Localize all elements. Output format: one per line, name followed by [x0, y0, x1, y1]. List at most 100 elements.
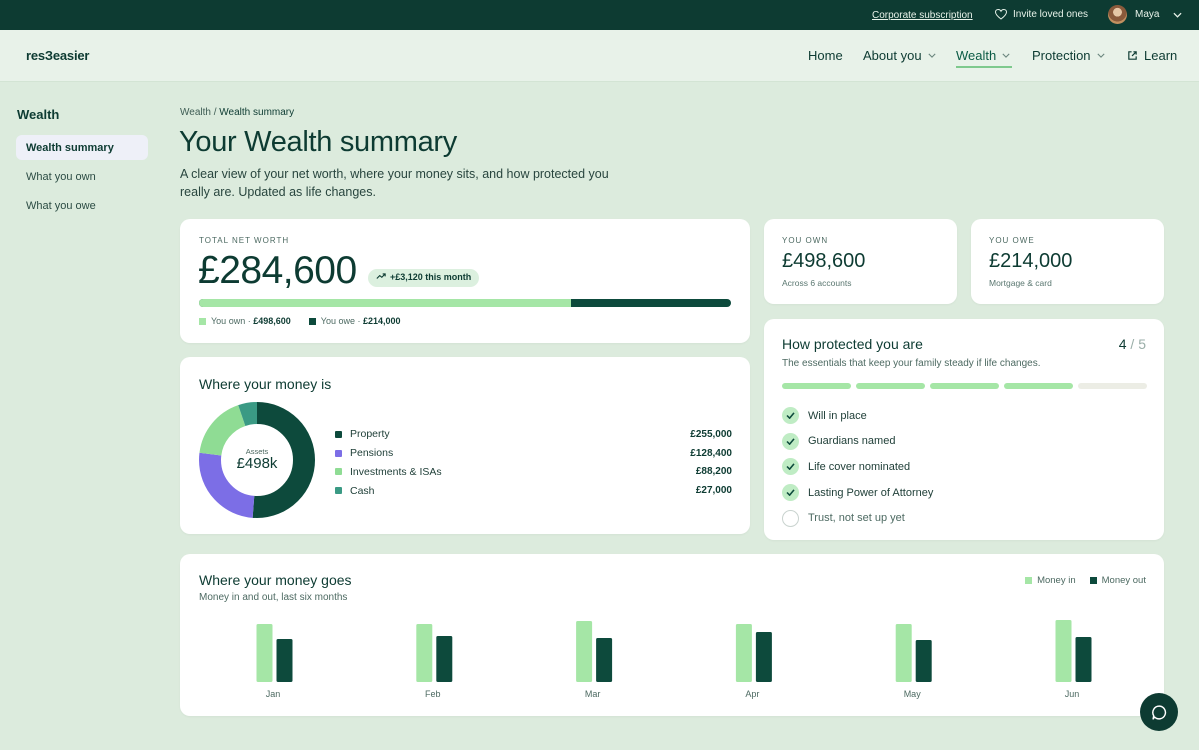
page-subtitle: A clear view of your net worth, where yo… — [180, 167, 609, 199]
checklist-item[interactable]: Trust, not set up yet — [782, 505, 933, 531]
bar-money-in[interactable] — [416, 624, 433, 682]
heart-icon — [995, 9, 1007, 20]
donut-center-value: £498k — [236, 455, 278, 472]
net-worth-value: £284,600 — [198, 249, 357, 292]
asset-row[interactable]: Cash £27,000 — [335, 481, 732, 500]
invite-label: Invite loved ones — [1013, 9, 1089, 20]
nav-item-home[interactable]: Home — [808, 48, 843, 63]
change-badge: +£3,120 this month — [368, 269, 480, 287]
check-icon — [782, 432, 799, 450]
sidebar-item-what-you-own[interactable]: What you own — [16, 164, 148, 189]
bar-money-in[interactable] — [256, 624, 273, 682]
bar-money-out[interactable] — [915, 640, 932, 682]
nav-label: Protection — [1032, 48, 1091, 63]
where-money-title: Where your money is — [199, 376, 332, 392]
progress-segment — [930, 383, 999, 389]
asset-row[interactable]: Investments & ISAs £88,200 — [335, 463, 732, 482]
breadcrumb-parent[interactable]: Wealth — [180, 107, 211, 118]
asset-name: Property — [350, 428, 390, 441]
chat-bubble-icon — [1151, 704, 1166, 720]
asset-swatch — [335, 487, 342, 495]
x-tick-label: Jan — [266, 689, 281, 699]
x-tick-label: Apr — [745, 689, 759, 699]
breadcrumb: Wealth / Wealth summary — [180, 107, 294, 118]
top-utility-bar: Corporate subscription Invite loved ones… — [0, 0, 1199, 30]
checklist-item[interactable]: Life cover nominated — [782, 454, 933, 480]
asset-name: Cash — [350, 484, 375, 497]
legend-owe-value: £214,000 — [362, 316, 401, 326]
asset-value: £88,200 — [695, 466, 732, 478]
chevron-down-icon — [1002, 53, 1010, 58]
checklist-item[interactable]: Guardians named — [782, 429, 933, 455]
bar-money-out[interactable] — [436, 636, 453, 682]
you-owe-card[interactable]: YOU OWE £214,000 Mortgage & card — [971, 219, 1164, 304]
progress-segment — [1078, 383, 1147, 389]
bar-money-out[interactable] — [1075, 637, 1092, 682]
asset-row[interactable]: Pensions £128,400 — [335, 444, 732, 463]
bar-money-out[interactable] — [755, 632, 772, 682]
cashflow-legend: Money in Money out — [1025, 575, 1146, 586]
legend-owe: You owe · £214,000 — [308, 316, 401, 326]
nav-label: Learn — [1144, 48, 1178, 63]
invite-loved-ones-link[interactable]: Invite loved ones — [995, 9, 1088, 20]
legend-owe-label: You owe · — [320, 316, 361, 326]
nav-item-about-you[interactable]: About you — [863, 48, 936, 63]
chat-button[interactable] — [1140, 693, 1178, 731]
page-title: Your Wealth summary — [179, 126, 457, 158]
nav-item-wealth[interactable]: Wealth — [956, 48, 1010, 63]
asset-value: £255,000 — [690, 428, 732, 440]
chevron-down-icon — [927, 53, 936, 58]
progress-segment — [782, 383, 851, 389]
sidebar-item-wealth-summary[interactable]: Wealth summary — [16, 135, 148, 160]
own-owe-legend: You own · £498,600 You owe · £214,000 — [199, 316, 401, 326]
sidebar-item-what-you-owe[interactable]: What you owe — [16, 193, 148, 218]
protection-card: How protected you are 4 / 5 The essentia… — [764, 319, 1164, 540]
you-own-value: £498,600 — [782, 250, 866, 272]
protection-checklist: Will in place Guardians named Life cover n… — [782, 403, 933, 531]
checklist-item[interactable]: Lasting Power of Attorney — [782, 480, 933, 506]
external-link-icon — [1128, 51, 1137, 60]
check-icon — [782, 484, 799, 502]
legend-money-out: Money out — [1089, 575, 1146, 586]
net-worth-label: TOTAL NET WORTH — [199, 236, 290, 245]
logo[interactable]: resƐeasier — [26, 48, 89, 63]
where-money-card: Where your money is Assets £498k Propert… — [180, 357, 750, 534]
nav-item-learn[interactable]: Learn — [1127, 48, 1177, 63]
user-name: Maya — [1135, 9, 1160, 20]
protection-subtitle: The essentials that keep your family ste… — [782, 358, 1041, 369]
money-goes-subtitle: Money in and out, last six months — [199, 592, 348, 603]
protection-progress — [782, 383, 1147, 389]
legend-out-label: Money out — [1101, 575, 1146, 586]
asset-row[interactable]: Property £255,000 — [335, 425, 732, 444]
bar-money-in[interactable] — [735, 624, 752, 682]
net-worth-card: TOTAL NET WORTH £284,600 +£3,120 this mo… — [180, 219, 750, 343]
checklist-item[interactable]: Will in place — [782, 403, 933, 429]
chevron-down-icon — [1173, 12, 1182, 18]
asset-swatch — [335, 449, 342, 457]
bar-money-out[interactable] — [276, 639, 293, 682]
bar-money-in[interactable] — [1055, 620, 1072, 682]
corporate-subscription-link[interactable]: Corporate subscription — [872, 10, 973, 21]
active-nav-underline — [956, 66, 1012, 68]
nav-label: About you — [863, 48, 922, 63]
you-own-note: Across 6 accounts — [782, 278, 852, 288]
change-text: +£3,120 this month — [390, 272, 472, 282]
you-owe-value: £214,000 — [989, 250, 1073, 272]
you-owe-note: Mortgage & card — [989, 278, 1052, 288]
nav-item-protection[interactable]: Protection — [1032, 48, 1105, 63]
legend-own-value: £498,600 — [253, 316, 291, 326]
bar-money-out[interactable] — [596, 638, 613, 682]
check-icon — [782, 458, 799, 476]
you-own-card[interactable]: YOU OWN £498,600 Across 6 accounts — [764, 219, 957, 304]
bar-money-in[interactable] — [576, 621, 593, 682]
money-goes-card: Jan Feb Mar Apr May Jun Where your money goes… — [180, 554, 1164, 716]
nav-label: Wealth — [956, 48, 997, 63]
score-value: 4 — [1118, 336, 1127, 352]
you-own-label: YOU OWN — [782, 236, 829, 245]
bar-money-in[interactable] — [895, 624, 912, 682]
legend-in-label: Money in — [1037, 575, 1076, 586]
legend-own: You own · £498,600 — [199, 316, 291, 326]
donut-center: Assets £498k — [199, 447, 315, 472]
user-menu[interactable]: Maya — [1108, 5, 1182, 24]
asset-name: Investments & ISAs — [350, 465, 442, 478]
